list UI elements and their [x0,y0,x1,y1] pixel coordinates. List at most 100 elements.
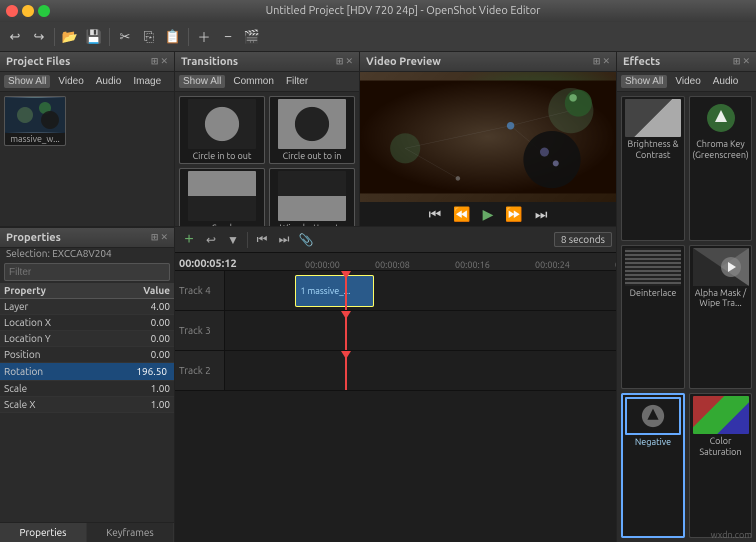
effect-brightness[interactable]: Brightness & Contrast [621,96,685,241]
prop-col-property: Property [4,285,100,296]
toolbar-paste[interactable]: 📋 [162,26,184,48]
track-2-label-text: Track 2 [179,365,211,376]
toolbar-cut[interactable]: ✂ [114,26,136,48]
trans-label-wipe-bottom: Wipe bottom to top [272,223,352,226]
upper-middle: Transitions ⊞ ✕ Show All Common Filter C… [175,52,616,227]
prop-row-scalex: Scale X 1.00 [0,397,174,413]
transitions-panel: Transitions ⊞ ✕ Show All Common Filter C… [175,52,360,226]
project-files-filter-bar: Show All Video Audio Image [0,72,174,92]
vc-next-btn[interactable]: ⏭ [531,204,552,225]
transitions-icon-1[interactable]: ⊞ [336,56,344,67]
properties-filter-input[interactable] [4,263,170,281]
pf-filter-image[interactable]: Image [129,75,165,88]
window-controls[interactable] [6,5,50,17]
eff-img-chromakey [693,99,749,137]
trans-label-sand: Sand [212,223,232,226]
vc-fwd-btn[interactable]: ⏩ [501,204,526,225]
tr-filter-all[interactable]: Show All [179,75,225,88]
tl-filter-btn[interactable]: ▼ [223,230,243,250]
vc-rewind-btn[interactable]: ⏪ [449,204,474,225]
close-button[interactable] [6,5,18,17]
prop-value-rotation[interactable]: 196.50 [100,365,170,378]
prop-name-scalex: Scale X [4,399,100,410]
video-preview-icon-1[interactable]: ⊞ [593,56,601,67]
timeline-area: + ↩ ▼ ⏮ ⏭ 📎 8 seconds 00:00:05:12 00:00:… [175,227,616,542]
ruler-mark-1: 00:00:08 [375,260,410,270]
transitions-grid: Circle in to out Circle out to in Sand [175,92,359,226]
eff-filter-all[interactable]: Show All [621,75,667,88]
tl-start-btn[interactable]: ⏮ [252,230,272,250]
prop-value-position: 0.00 [100,349,170,360]
file-thumb-label-massive: massive_w... [5,133,65,145]
prop-name-rotation: Rotation [4,366,100,377]
toolbar-render[interactable]: 🎬 [241,26,263,48]
effects-title: Effects [623,56,733,68]
transition-wipe-bottom[interactable]: Wipe bottom to top [269,168,355,226]
transition-sand[interactable]: Sand [179,168,265,226]
tl-undo-btn[interactable]: ↩ [201,230,221,250]
toolbar-add[interactable]: ＋ [193,26,215,48]
track-clip-massive[interactable]: 1 massive_... [295,275,373,307]
track-3-label-text: Track 3 [179,325,211,336]
maximize-button[interactable] [38,5,50,17]
project-files-title: Project Files [6,56,151,68]
transition-circle-in[interactable]: Circle in to out [179,96,265,164]
effects-icon-2[interactable]: ✕ [742,56,750,67]
tl-sep-1 [247,232,248,248]
eff-filter-video[interactable]: Video [671,75,704,88]
tl-add-track-btn[interactable]: + [179,230,199,250]
prop-tab-properties[interactable]: Properties [0,523,87,542]
middle-column: Transitions ⊞ ✕ Show All Common Filter C… [175,52,616,542]
properties-icon-1[interactable]: ⊞ [151,232,159,243]
tl-snap-btn[interactable]: 📎 [296,230,316,250]
tr-filter-filter[interactable]: Filter [282,75,312,88]
track-label-4: Track 4 [175,271,225,310]
project-files-icon-2[interactable]: ✕ [160,56,168,67]
effect-alphamask[interactable]: Alpha Mask / Wipe Tra... [689,245,752,390]
effect-negative[interactable]: Negative [621,393,685,538]
toolbar-remove[interactable]: − [217,26,239,48]
toolbar-copy[interactable]: ⎘ [138,26,160,48]
prop-name-locx: Location X [4,317,100,328]
vc-play-btn[interactable]: ▶ [479,204,498,225]
playhead-2 [345,351,347,390]
video-preview-title: Video Preview [366,56,593,68]
pf-filter-video[interactable]: Video [54,75,87,88]
timeline-track-3: Track 3 [175,311,616,351]
file-thumb-img-massive [5,97,65,133]
toolbar-save[interactable]: 💾 [83,26,105,48]
minimize-button[interactable] [22,5,34,17]
eff-label-brightness: Brightness & Contrast [624,139,682,161]
vc-prev-btn[interactable]: ⏮ [425,204,446,225]
tl-end-btn[interactable]: ⏭ [274,230,294,250]
transition-circle-out[interactable]: Circle out to in [269,96,355,164]
effect-deinterlace[interactable]: Deinterlace [621,245,685,390]
effects-icon-1[interactable]: ⊞ [733,56,741,67]
ruler-mark-3: 00:00:24 [535,260,570,270]
transitions-icon-2[interactable]: ✕ [345,56,353,67]
toolbar-undo[interactable]: ↩ [4,26,26,48]
trans-img-sand [188,171,256,221]
tr-filter-common[interactable]: Common [229,75,278,88]
toolbar-sep-2 [109,28,110,46]
prop-row-rotation[interactable]: Rotation 196.50 [0,363,174,381]
video-canvas [360,72,616,202]
pf-filter-audio[interactable]: Audio [92,75,126,88]
file-thumb-massive[interactable]: massive_w... [4,96,66,146]
eff-filter-audio[interactable]: Audio [709,75,743,88]
toolbar-redo[interactable]: ↪ [28,26,50,48]
watermark: wxdn.com [711,530,752,540]
project-files-icon-1[interactable]: ⊞ [151,56,159,67]
prop-header-row: Property Value [0,283,174,299]
eff-label-deinterlace: Deinterlace [630,288,677,299]
effect-chromakey[interactable]: Chroma Key (Greenscreen) [689,96,752,241]
prop-tab-keyframes[interactable]: Keyframes [87,523,174,542]
track-content-4: 1 massive_... [225,271,616,310]
video-preview-icon-2[interactable]: ✕ [602,56,610,67]
effects-filter-bar: Show All Video Audio [617,72,756,92]
properties-icon-2[interactable]: ✕ [160,232,168,243]
toolbar-open[interactable]: 📂 [59,26,81,48]
pf-filter-all[interactable]: Show All [4,75,50,88]
transitions-icons: ⊞ ✕ [336,56,353,67]
effect-colorsat[interactable]: Color Saturation [689,393,752,538]
